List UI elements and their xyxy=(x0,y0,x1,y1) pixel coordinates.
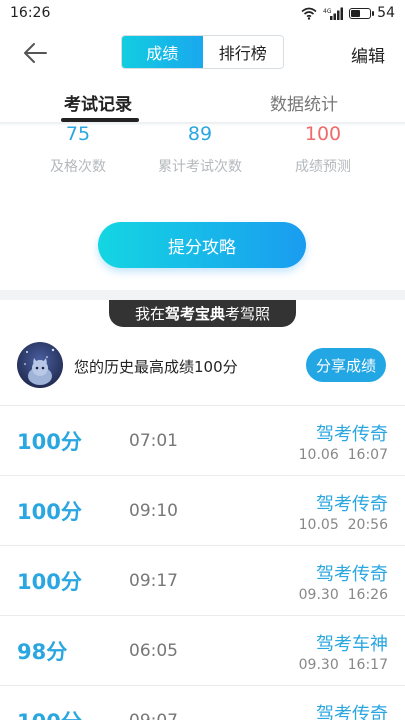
tab-exam-records[interactable]: 考试记录 xyxy=(64,90,132,115)
record-clock: 20:56 xyxy=(347,517,388,533)
record-date: 10.06 xyxy=(298,447,339,463)
share-score-button[interactable]: 分享成绩 xyxy=(306,348,386,382)
status-icons: 4G 54 xyxy=(301,5,395,21)
record-date: 10.05 xyxy=(298,517,339,533)
record-duration: 07:01 xyxy=(129,431,178,451)
list-item[interactable]: 100分 07:01 驾考传奇 10.06 16:07 xyxy=(0,405,405,475)
avatar[interactable] xyxy=(17,342,63,388)
record-duration: 09:07 xyxy=(129,711,178,720)
stat-label: 成绩预测 xyxy=(295,159,351,175)
list-item[interactable]: 100分 09:07 驾考传奇 xyxy=(0,685,405,720)
list-item[interactable]: 98分 06:05 驾考车神 09.30 16:17 xyxy=(0,615,405,685)
exam-records-list: 100分 07:01 驾考传奇 10.06 16:07 100分 09:10 驾… xyxy=(0,405,405,720)
app-screen: 16:26 4G 54 成绩 排行榜 编辑 考试记录 数据统计 75 及格次数 … xyxy=(0,0,405,720)
svg-text:4G: 4G xyxy=(323,8,332,15)
record-clock: 16:26 xyxy=(347,587,388,603)
battery-icon xyxy=(349,7,375,19)
record-date: 09.30 xyxy=(298,657,339,673)
record-duration: 06:05 xyxy=(129,641,178,661)
record-clock: 16:17 xyxy=(347,657,388,673)
battery-level: 54 xyxy=(377,5,395,21)
record-title: 驾考传奇 xyxy=(316,424,388,445)
slogan-suffix: 考驾照 xyxy=(225,305,271,323)
tabs-shadow xyxy=(0,122,405,126)
record-title: 驾考车神 xyxy=(316,634,388,655)
record-score: 100分 xyxy=(17,570,82,594)
record-score: 100分 xyxy=(17,706,82,720)
record-score: 100分 xyxy=(17,500,82,524)
segment-control: 成绩 排行榜 xyxy=(121,35,284,69)
best-score-text: 您的历史最高成绩100分 xyxy=(74,358,238,376)
record-datetime: 09.30 16:26 xyxy=(299,587,388,603)
record-datetime: 10.05 20:56 xyxy=(299,517,388,533)
record-datetime: 09.30 16:17 xyxy=(299,657,388,673)
signal-icon: 4G xyxy=(323,7,344,20)
best-score-row: 您的历史最高成绩100分 分享成绩 xyxy=(0,338,405,404)
stat-pass-count: 75 及格次数 xyxy=(18,120,138,176)
slogan-brand: 驾考宝典 xyxy=(164,305,225,323)
status-time: 16:26 xyxy=(10,5,51,21)
tab-leaderboard[interactable]: 排行榜 xyxy=(202,36,283,68)
nav-bar: 成绩 排行榜 编辑 xyxy=(0,26,405,78)
stat-label: 及格次数 xyxy=(50,159,106,175)
wifi-icon xyxy=(301,7,317,20)
record-clock: 16:07 xyxy=(347,447,388,463)
record-score: 98分 xyxy=(17,640,68,664)
stat-score-prediction: 100 成绩预测 xyxy=(263,120,383,176)
slogan-banner: 我在 驾考宝典 考驾照 xyxy=(109,300,296,327)
record-score: 100分 xyxy=(17,430,82,454)
record-title: 驾考传奇 xyxy=(316,704,388,720)
section-divider xyxy=(0,290,405,300)
list-item[interactable]: 100分 09:10 驾考传奇 10.05 20:56 xyxy=(0,475,405,545)
tab-scores[interactable]: 成绩 xyxy=(122,36,203,68)
stat-total-exams: 89 累计考试次数 xyxy=(140,120,260,176)
record-title: 驾考传奇 xyxy=(316,494,388,515)
list-item[interactable]: 100分 09:17 驾考传奇 09.30 16:26 xyxy=(0,545,405,615)
edit-button[interactable]: 编辑 xyxy=(351,42,385,67)
record-title: 驾考传奇 xyxy=(316,564,388,585)
record-datetime: 10.06 16:07 xyxy=(299,447,388,463)
stat-label: 累计考试次数 xyxy=(158,159,242,175)
status-bar: 16:26 4G 54 xyxy=(0,0,405,26)
slogan-prefix: 我在 xyxy=(134,305,165,323)
back-arrow-icon[interactable] xyxy=(20,38,50,68)
record-duration: 09:10 xyxy=(129,501,178,521)
stats-row: 75 及格次数 89 累计考试次数 100 成绩预测 xyxy=(0,120,405,180)
record-duration: 09:17 xyxy=(129,571,178,591)
record-date: 09.30 xyxy=(298,587,339,603)
subtab-bar: 考试记录 数据统计 xyxy=(0,78,405,122)
tab-data-stats[interactable]: 数据统计 xyxy=(270,90,338,115)
improve-tips-button[interactable]: 提分攻略 xyxy=(98,222,306,268)
